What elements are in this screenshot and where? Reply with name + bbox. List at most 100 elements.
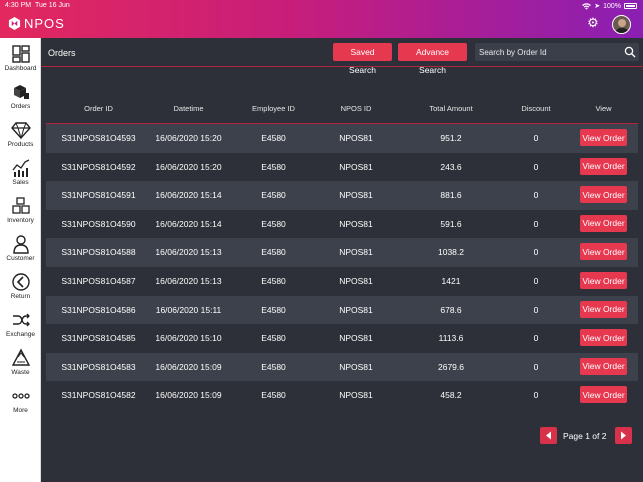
sidebar-item-exchange[interactable]: Exchange: [0, 306, 41, 344]
table-row: S31NPOS81O4585 16/06/2020 15:10 E4580 NPOS8…: [46, 324, 638, 353]
sidebar-item-customer[interactable]: Customer: [0, 230, 41, 268]
sidebar-item-waste[interactable]: Waste: [0, 344, 41, 382]
app-logo: NPOS: [8, 16, 65, 31]
cell-discount: 0: [533, 218, 539, 229]
exchange-icon: [12, 313, 30, 327]
cell-datetime: 16/06/2020 15:14: [155, 190, 222, 201]
page-title: Orders: [48, 48, 76, 58]
cell-employee-id: E4580: [261, 218, 286, 229]
sidebar: Dashboard Orders Products Sales Inventor…: [0, 38, 41, 482]
view-order-button[interactable]: View Order: [580, 329, 627, 347]
cell-npos-id: NPOS81: [339, 361, 373, 372]
cell-order-id: S31NPOS81O4592: [61, 161, 136, 172]
cell-datetime: 16/06/2020 15:20: [155, 133, 222, 143]
column-header-discount: Discount: [521, 104, 551, 113]
table-row: S31NPOS81O4591 16/06/2020 15:14 E4580 NPOS8…: [46, 181, 638, 210]
sidebar-item-label: Exchange: [6, 331, 35, 338]
cell-total-amount: 2679.6: [438, 361, 464, 372]
person-icon: [12, 235, 29, 254]
sidebar-item-label: More: [13, 407, 28, 414]
table-header: Order ID Datetime Employee ID NPOS ID To…: [46, 104, 638, 116]
sidebar-item-label: Products: [7, 141, 34, 148]
cell-datetime: 16/06/2020 15:11: [155, 304, 222, 315]
sidebar-item-label: Orders: [10, 103, 31, 110]
table-row: S31NPOS81O4592 16/06/2020 15:20 E4580 NPOS8…: [46, 153, 638, 182]
sidebar-item-label: Waste: [11, 369, 30, 376]
view-order-button[interactable]: View Order: [580, 129, 627, 146]
recycle-icon: [11, 348, 30, 366]
pagination: Page 1 of 2: [540, 427, 632, 445]
wifi-icon: [582, 2, 592, 10]
cell-order-id: S31NPOS81O4586: [61, 304, 136, 315]
status-indicators: ➤ 100%: [582, 2, 637, 10]
saved-search-button[interactable]: Saved Search: [333, 43, 392, 75]
next-page-button[interactable]: [615, 427, 632, 444]
cell-order-id: S31NPOS81O4590: [61, 218, 136, 229]
view-order-button[interactable]: View Order: [580, 300, 627, 318]
sidebar-item-products[interactable]: Products: [0, 116, 41, 154]
return-icon: [11, 273, 30, 291]
sidebar-item-return[interactable]: Return: [0, 268, 41, 306]
logo-text: NPOS: [24, 16, 65, 31]
view-order-button[interactable]: View Order: [580, 214, 627, 232]
cell-total-amount: 1421: [441, 276, 461, 286]
column-header-npos-id: NPOS ID: [340, 104, 372, 113]
battery-icon: [624, 3, 637, 9]
cell-npos-id: NPOS81: [339, 133, 373, 143]
header-divider: [41, 66, 643, 67]
sidebar-item-label: Inventory: [7, 217, 34, 224]
diamond-icon: [10, 122, 31, 140]
cell-employee-id: E4580: [261, 247, 286, 258]
cell-employee-id: E4580: [261, 304, 286, 315]
sales-chart-icon: [11, 159, 29, 177]
status-time: 4:30 PM Tue 16 Jun: [5, 2, 70, 9]
cell-datetime: 16/06/2020 15:09: [155, 361, 222, 372]
cell-employee-id: E4580: [261, 161, 286, 172]
view-order-button[interactable]: View Order: [580, 186, 627, 204]
table-row: S31NPOS81O4586 16/06/2020 15:11 E4580 NPOS8…: [46, 295, 638, 325]
more-dots-icon: [11, 393, 30, 399]
table-row: S31NPOS81O4590 16/06/2020 15:14 E4580 NPOS8…: [46, 210, 638, 239]
sidebar-item-inventory[interactable]: Inventory: [0, 192, 41, 230]
orders-icon: [13, 85, 29, 99]
view-order-button[interactable]: View Order: [580, 157, 627, 175]
cell-total-amount: 458.2: [440, 390, 462, 401]
user-avatar[interactable]: [612, 15, 631, 34]
sidebar-item-more[interactable]: More: [0, 382, 41, 420]
cell-total-amount: 1113.6: [438, 333, 464, 344]
status-time-text: 4:30 PM: [5, 2, 32, 9]
cell-order-id: S31NPOS81O4591: [61, 190, 136, 201]
search-box: [475, 43, 639, 61]
column-header-total-amount: Total Amount: [429, 104, 473, 113]
prev-page-button[interactable]: [540, 427, 557, 444]
order-search-input[interactable]: [479, 45, 619, 59]
view-order-button[interactable]: View Order: [580, 272, 627, 289]
column-header-view: View: [595, 104, 612, 113]
sidebar-item-orders[interactable]: Orders: [0, 78, 41, 116]
view-order-button[interactable]: View Order: [580, 357, 627, 375]
cell-datetime: 16/06/2020 15:14: [155, 218, 222, 229]
column-header-employee-id: Employee ID: [252, 104, 295, 113]
status-date: Tue 16 Jun: [34, 2, 70, 9]
cell-discount: 0: [533, 190, 539, 201]
cell-discount: 0: [533, 333, 539, 344]
boxes-icon: [11, 197, 30, 214]
cell-order-id: S31NPOS81O4587: [61, 276, 136, 286]
cell-order-id: S31NPOS81O4588: [61, 247, 136, 258]
cell-datetime: 16/06/2020 15:13: [155, 247, 222, 258]
cell-discount: 0: [533, 161, 539, 172]
view-order-button[interactable]: View Order: [580, 243, 627, 261]
battery-percent: 100%: [603, 2, 621, 10]
settings-gear-icon[interactable]: ⚙: [586, 16, 600, 30]
sidebar-item-sales[interactable]: Sales: [0, 154, 41, 192]
cell-total-amount: 591.6: [440, 218, 462, 229]
sidebar-item-dashboard[interactable]: Dashboard: [0, 40, 41, 78]
view-order-button[interactable]: View Order: [580, 386, 627, 404]
advance-search-button[interactable]: Advance Search: [398, 43, 467, 75]
location-icon: ➤: [594, 3, 601, 10]
cell-npos-id: NPOS81: [339, 390, 373, 401]
search-icon[interactable]: [624, 46, 636, 58]
cell-datetime: 16/06/2020 15:13: [155, 276, 222, 286]
cell-npos-id: NPOS81: [339, 218, 373, 229]
cell-order-id: S31NPOS81O4593: [61, 133, 136, 143]
